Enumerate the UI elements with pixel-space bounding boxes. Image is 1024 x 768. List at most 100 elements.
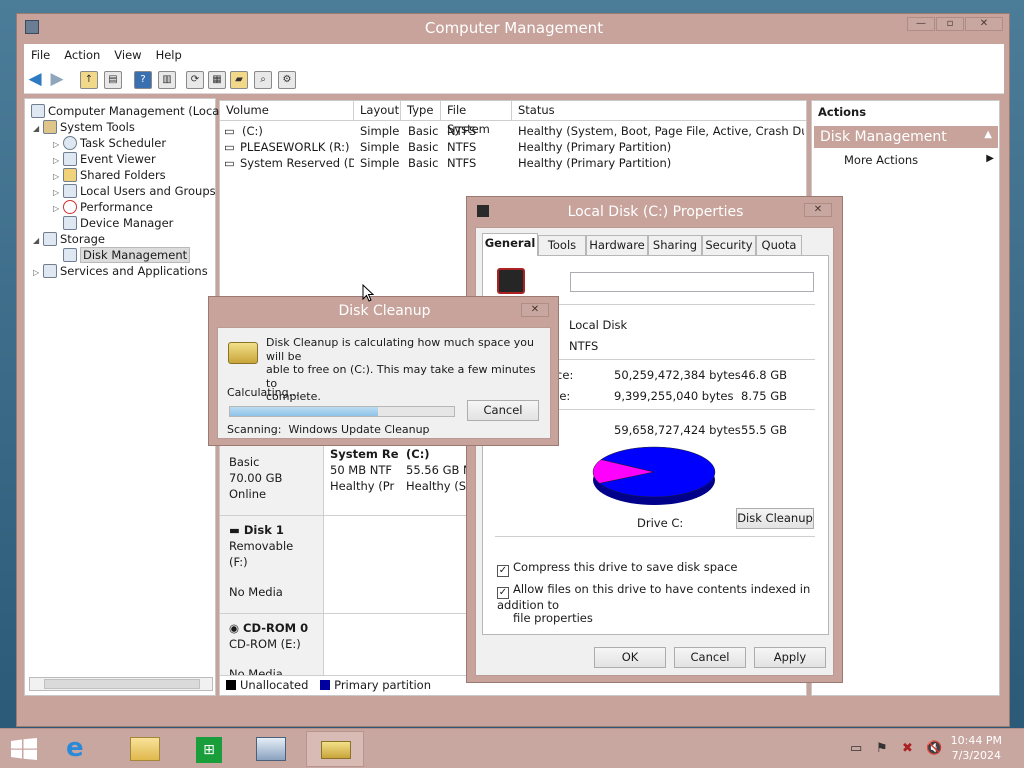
properties-icon[interactable]: ▦ [208,71,226,89]
tree-task-scheduler[interactable]: ▷ Task Scheduler [53,135,166,151]
tree-disk-management[interactable]: Disk Management [63,247,191,263]
tree-event-viewer[interactable]: ▷ Event Viewer [53,151,156,167]
column-status[interactable]: Status [512,101,806,121]
internet-explorer-icon: e [66,733,84,763]
tree-performance[interactable]: ▷ Performance [53,199,153,215]
actions-section-title: Disk Management [820,129,947,145]
taskbar-ie[interactable]: e [52,731,110,767]
column-type[interactable]: Type [401,101,441,121]
scrollbar-thumb[interactable] [44,679,200,689]
capacity-bytes: 59,658,727,424 bytes [614,423,741,437]
help-icon[interactable]: ? [134,71,152,89]
show-hide-tree-icon[interactable]: ▤ [104,71,122,89]
maximize-button[interactable]: ▫ [936,17,964,31]
action-pane-icon[interactable]: ▥ [158,71,176,89]
index-label-line2: file properties [513,611,593,625]
back-arrow-icon[interactable]: ◀ [26,71,44,89]
tree-device-manager[interactable]: Device Manager [63,215,173,231]
menu-file[interactable]: File [24,44,57,62]
tree-horizontal-scrollbar[interactable] [29,677,213,691]
cancel-button[interactable]: Cancel [674,647,746,668]
refresh-icon[interactable]: ⟳ [186,71,204,89]
cleanup-message: Disk Cleanup is calculating how much spa… [266,336,546,404]
properties-body: General Tools Hardware Sharing Security … [475,227,834,676]
taskbar-explorer[interactable] [116,731,174,767]
volume-fs: NTFS [447,124,477,138]
navigation-tree: Computer Management (Local) ◢ System Tool… [24,98,227,696]
disk-cleanup-button[interactable]: Disk Cleanup [736,508,814,529]
disk-1-media: No Media [229,585,283,599]
network-error-icon[interactable]: ✖ [902,741,913,756]
expand-icon[interactable]: ▷ [33,265,43,281]
more-actions[interactable]: More Actions ▶ [844,153,994,167]
cleanup-close-button[interactable]: ✕ [521,303,549,317]
partition-size: 55.56 GB NT [406,463,472,477]
tree-system-tools[interactable]: ◢ System Tools [33,119,135,135]
open-folder-icon[interactable]: ▰ [230,71,248,89]
scanning-status: Scanning: Windows Update Cleanup [227,423,430,436]
settings-icon[interactable]: ⚙ [278,71,296,89]
taskbar-disk-cleanup[interactable] [306,731,364,767]
search-icon[interactable]: ⌕ [254,71,272,89]
menu-help[interactable]: Help [149,44,189,62]
action-center-flag-icon[interactable]: ⚑ [876,741,888,756]
tab-quota[interactable]: Quota [756,235,802,255]
volume-layout: Simple [360,156,400,170]
drive-type-value: Local Disk [569,318,628,332]
drive-icon: ▭ [224,140,235,154]
column-file-system[interactable]: File System [441,101,512,136]
cleanup-cancel-button[interactable]: Cancel [467,400,539,421]
computer-icon [31,104,45,118]
tree-local-users[interactable]: ▷ Local Users and Groups [53,183,216,199]
taskbar-store[interactable]: ⊞ [180,731,238,767]
expand-icon[interactable]: ▷ [53,201,63,217]
actions-header: Actions [818,105,867,119]
forward-arrow-icon[interactable]: ▶ [48,71,66,89]
apply-button[interactable]: Apply [754,647,826,668]
taskbar-computer-management[interactable] [242,731,300,767]
collapse-icon[interactable]: ◢ [33,233,43,249]
cleanup-body: Disk Cleanup is calculating how much spa… [217,327,551,439]
menu-view[interactable]: View [107,44,148,62]
disk-cleanup-icon [321,741,351,759]
battery-icon[interactable]: ▭ [850,741,862,756]
partition-c[interactable]: (C:) 55.56 GB NT Healthy (Sy [402,440,472,510]
tree-root[interactable]: Computer Management (Local) [31,103,227,119]
column-layout[interactable]: Layout [354,101,401,121]
tab-security[interactable]: Security [702,235,756,255]
ok-button[interactable]: OK [594,647,666,668]
more-actions-label: More Actions [844,153,919,167]
volume-label-input[interactable] [570,272,814,292]
tree-shared-folders[interactable]: ▷ Shared Folders [53,167,166,183]
tab-general[interactable]: General [482,233,538,256]
tree-storage[interactable]: ◢ Storage [33,231,105,247]
drive-icon: ▭ [224,156,235,170]
properties-close-button[interactable]: ✕ [804,203,832,217]
partition-system-reserved[interactable]: System Re 50 MB NTF Healthy (Pr [326,440,398,510]
tree-services[interactable]: ▷ Services and Applications [33,263,208,279]
compress-checkbox[interactable]: ✓ Compress this drive to save disk space [497,561,737,577]
actions-section[interactable]: Disk Management ▲ [814,126,998,148]
tab-hardware[interactable]: Hardware [586,235,648,255]
index-checkbox[interactable]: ✓ Allow files on this drive to have conte… [497,583,817,625]
file-explorer-icon [130,737,160,761]
menu-action[interactable]: Action [57,44,107,62]
tab-sharing[interactable]: Sharing [648,235,702,255]
close-button[interactable]: ✕ [965,17,1003,31]
taskbar-clock[interactable]: 10:44 PM 7/3/2024 [951,733,1002,763]
cdrom-name: ◉ CD-ROM 0 [229,620,314,636]
volume-muted-icon[interactable]: 🔇 [926,741,942,756]
disk-icon: ▬ [229,523,244,537]
volume-type: Basic [408,156,439,170]
cleanup-progress-bar [229,406,455,417]
windows-start-icon[interactable] [11,738,37,760]
collapse-icon[interactable]: ◢ [33,121,43,137]
up-folder-icon[interactable]: ↑ [80,71,98,89]
check-icon[interactable]: ✓ [497,565,509,577]
column-volume[interactable]: Volume [220,101,354,121]
disk-0-type: Basic [229,455,260,469]
tab-tools[interactable]: Tools [538,235,586,255]
minimize-button[interactable]: — [907,17,935,31]
cdrom-type: CD-ROM (E:) [229,637,301,651]
collapse-up-icon[interactable]: ▲ [984,129,992,140]
